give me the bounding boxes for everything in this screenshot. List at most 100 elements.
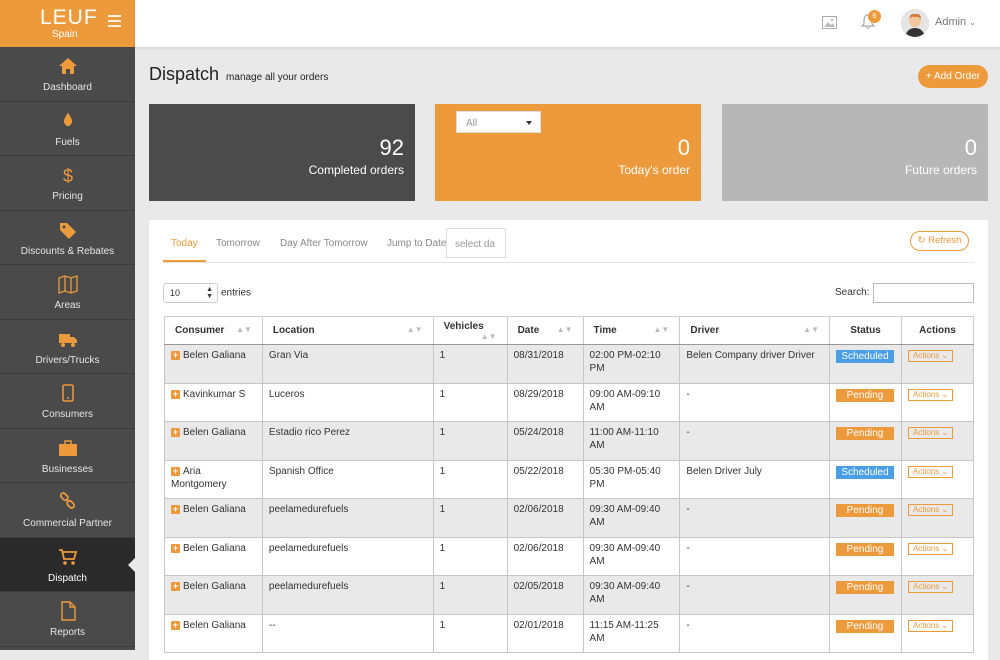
table-row[interactable]: +Belen Galiana--102/01/201811:15 AM-11:2… [165,614,974,653]
sidebar-item-consumers[interactable]: Consumers [0,374,135,429]
column-header-consumer[interactable]: Consumer▲▼ [165,317,263,345]
cell-vehicles: 1 [433,422,507,461]
actions-dropdown-button[interactable]: Actions ⌄ [908,581,953,593]
table-row[interactable]: +Belen GalianaGran Via108/31/201802:00 P… [165,345,974,384]
cell-time: 02:00 PM-02:10 PM [583,345,680,384]
expand-row-icon[interactable]: + [171,351,180,360]
sidebar-item-businesses[interactable]: Businesses [0,429,135,484]
brand-region: Spain [52,29,78,40]
svg-text:$: $ [63,166,73,185]
image-icon[interactable] [822,16,837,29]
expand-row-icon[interactable]: + [171,621,180,630]
cell-consumer: +Belen Galiana [165,537,263,576]
cell-actions: Actions ⌄ [902,614,974,653]
sidebar-item-dispatch[interactable]: Dispatch [0,538,135,593]
cell-time: 11:15 AM-11:25 AM [583,614,680,653]
table-header-row: Consumer▲▼Location▲▼Vehicles▲▼ Date ▲▼ Time… [165,317,974,345]
user-menu[interactable]: Admin ⌄ [935,16,976,28]
completed-orders-label: Completed orders [149,163,404,177]
orders-table: Consumer▲▼Location▲▼Vehicles▲▼ Date ▲▼ Time… [164,316,974,653]
todays-order-card: All 0 Today's order [435,104,701,201]
actions-dropdown-button[interactable]: Actions ⌄ [908,543,953,555]
actions-dropdown-button[interactable]: Actions ⌄ [908,389,953,401]
sidebar-item-discounts-rebates[interactable]: Discounts & Rebates [0,211,135,266]
entries-select[interactable]: 10▲▼ [163,283,218,303]
actions-label: Actions [913,544,939,553]
expand-row-icon[interactable]: + [171,582,180,591]
actions-dropdown-button[interactable]: Actions ⌄ [908,504,953,516]
actions-dropdown-button[interactable]: Actions ⌄ [908,620,953,632]
column-header-label: Location [273,325,315,336]
completed-orders-card: 92 Completed orders [149,104,415,201]
sort-icon: ▲▼ [557,325,573,334]
column-header-label: Status [850,325,881,336]
phone-icon [58,383,78,403]
sidebar-item-reports[interactable]: Reports [0,592,135,647]
cell-vehicles: 1 [433,576,507,615]
expand-row-icon[interactable]: + [171,428,180,437]
column-header-vehicles[interactable]: Vehicles▲▼ [433,317,507,345]
table-row[interactable]: +Aria MontgomerySpanish Office105/22/201… [165,460,974,499]
cell-status: Scheduled [830,345,902,384]
order-filter-select[interactable]: All [456,111,541,133]
tab-tomorrow[interactable]: Tomorrow [216,236,260,251]
table-row[interactable]: +Belen Galianapeelamedurefuels102/05/201… [165,576,974,615]
table-row[interactable]: +Belen GalianaEstadio rico Perez105/24/2… [165,422,974,461]
sidebar-item-fuels[interactable]: Fuels [0,102,135,157]
sidebar-item-areas[interactable]: Areas [0,265,135,320]
search-input[interactable] [873,283,974,303]
todays-order-label: Today's order [435,163,690,177]
cell-actions: Actions ⌄ [902,422,974,461]
column-header-time[interactable]: Time▲▼ [583,317,680,345]
main-content: Dispatch manage all your orders + Add Or… [135,47,1000,650]
cell-time: 11:00 AM-11:10 AM [583,422,680,461]
actions-dropdown-button[interactable]: Actions ⌄ [908,466,953,478]
column-header-status[interactable]: Status [830,317,902,345]
actions-dropdown-button[interactable]: Actions ⌄ [908,350,953,362]
column-header-driver[interactable]: Driver▲▼ [680,317,830,345]
consumer-name: Belen Galiana [183,350,246,361]
menu-toggle-icon[interactable] [108,15,121,30]
cell-status: Scheduled [830,460,902,499]
cell-driver: Belen Driver July [680,460,830,499]
consumer-name: Belen Galiana [183,427,246,438]
cell-time: 09:30 AM-09:40 AM [583,537,680,576]
cell-date: 08/29/2018 [507,383,583,422]
sidebar-item-commercial-partner[interactable]: Commercial Partner [0,483,135,538]
table-row[interactable]: +Kavinkumar SLuceros108/29/201809:00 AM-… [165,383,974,422]
expand-row-icon[interactable]: + [171,390,180,399]
cell-vehicles: 1 [433,499,507,538]
expand-row-icon[interactable]: + [171,544,180,553]
table-row[interactable]: +Belen Galianapeelamedurefuels102/06/201… [165,499,974,538]
column-header-label: Actions [919,325,956,336]
tab-jump-to-date[interactable]: Jump to Date [387,236,446,251]
refresh-button[interactable]: ↻ Refresh [910,231,969,251]
future-orders-count: 0 [722,135,977,161]
sidebar-item-pricing[interactable]: $Pricing [0,156,135,211]
column-header-actions[interactable]: Actions [902,317,974,345]
chevron-down-icon: ⌄ [969,18,976,27]
sidebar-item-label: Areas [54,300,80,311]
date-picker-input[interactable]: select da [446,228,506,258]
cell-vehicles: 1 [433,460,507,499]
table-row[interactable]: +Belen Galianapeelamedurefuels102/06/201… [165,537,974,576]
expand-row-icon[interactable]: + [171,505,180,514]
cell-consumer: +Belen Galiana [165,422,263,461]
sidebar-item-label: Fuels [55,137,79,148]
avatar[interactable] [901,9,929,37]
cell-vehicles: 1 [433,345,507,384]
tab-today[interactable]: Today [163,236,206,262]
expand-row-icon[interactable]: + [171,467,180,476]
cell-consumer: +Belen Galiana [165,499,263,538]
sidebar-item-drivers-trucks[interactable]: Drivers/Trucks [0,320,135,375]
column-header-location[interactable]: Location▲▼ [262,317,433,345]
page-subtitle: manage all your orders [226,72,328,83]
tab-day-after-tomorrow[interactable]: Day After Tomorrow [280,236,368,251]
add-order-button[interactable]: + Add Order [918,65,988,88]
column-header-label: Date [518,325,540,336]
cell-date: 02/05/2018 [507,576,583,615]
brand-logo[interactable]: LEUF [40,6,98,30]
sidebar-item-dashboard[interactable]: Dashboard [0,47,135,102]
actions-dropdown-button[interactable]: Actions ⌄ [908,427,953,439]
column-header-date[interactable]: Date ▲▼ [507,317,583,345]
